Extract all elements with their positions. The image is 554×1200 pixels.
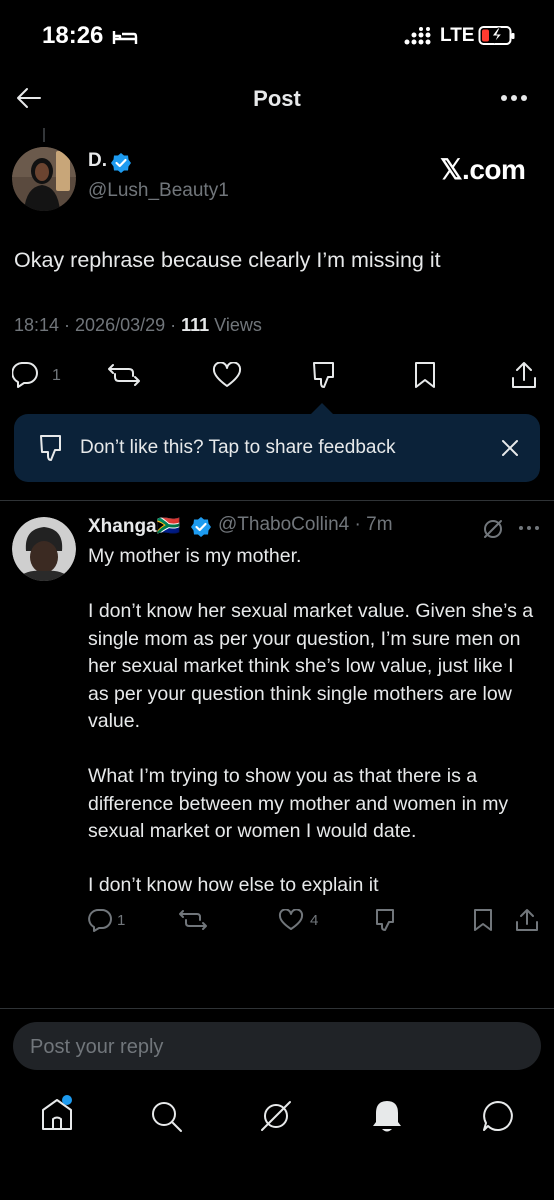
- verified-icon: [191, 517, 211, 537]
- author-name[interactable]: D.: [88, 150, 107, 172]
- thread-line: [43, 128, 45, 142]
- reply-author-name[interactable]: Xhanga🇿🇦: [88, 514, 180, 538]
- reply-time: 7m: [366, 514, 393, 535]
- dislike-icon[interactable]: [374, 907, 400, 933]
- signal-icon: [404, 27, 431, 45]
- reply-avatar[interactable]: [12, 517, 76, 581]
- reply-icon[interactable]: [88, 908, 112, 932]
- reply-paragraph: What I’m trying to show you as that ther…: [88, 765, 509, 842]
- verified-icon: [111, 153, 131, 173]
- divider: [0, 500, 554, 501]
- reply-paragraph: My mother is my mother.: [88, 545, 302, 567]
- grok-icon[interactable]: [258, 1098, 294, 1134]
- post-reply-count: 1: [52, 367, 61, 384]
- divider: [0, 1008, 554, 1009]
- battery-icon: [478, 26, 515, 45]
- grok-icon[interactable]: [481, 517, 505, 541]
- reply-like-count: 4: [310, 912, 319, 929]
- bookmark-icon[interactable]: [472, 907, 494, 933]
- network-type: LTE: [440, 25, 475, 46]
- dislike-icon: [40, 435, 61, 461]
- reply-icon[interactable]: [12, 362, 40, 388]
- author-handle[interactable]: @Lush_Beauty1: [88, 180, 229, 202]
- views-count: 111: [181, 315, 210, 335]
- more-icon[interactable]: [500, 92, 530, 104]
- more-icon[interactable]: [518, 524, 540, 532]
- dislike-icon[interactable]: [310, 360, 340, 390]
- reply-handle-text: @ThaboCollin4: [218, 514, 350, 535]
- reply-input-placeholder[interactable]: Post your reply: [30, 1036, 163, 1059]
- post-timestamp: 18:14 · 2026/03/29 ·: [14, 315, 182, 335]
- feedback-text[interactable]: Don’t like this? Tap to share feedback: [80, 437, 395, 459]
- author-avatar[interactable]: [12, 147, 76, 211]
- like-icon[interactable]: [278, 909, 304, 931]
- reply-reply-count: 1: [117, 912, 126, 929]
- page-title: Post: [253, 86, 301, 111]
- post-text: Okay rephrase because clearly I’m missin…: [14, 248, 441, 272]
- repost-icon[interactable]: [108, 362, 142, 388]
- post-meta: 18:14 · 2026/03/29 · 111 Views: [14, 315, 262, 336]
- status-time: 18:26: [42, 22, 104, 49]
- search-icon[interactable]: [150, 1100, 184, 1134]
- x-watermark: 𝕏.com: [440, 154, 526, 185]
- views-label: Views: [209, 315, 262, 335]
- notifications-icon[interactable]: [370, 1098, 404, 1134]
- reply-paragraph: I don’t know her sexual market value. Gi…: [88, 600, 534, 732]
- bookmark-icon[interactable]: [412, 360, 438, 390]
- repost-icon[interactable]: [178, 908, 208, 932]
- reply-author-handle[interactable]: @ThaboCollin4 · 7m: [218, 514, 393, 536]
- reply-paragraph: I don’t know how else to explain it: [88, 874, 379, 896]
- close-icon[interactable]: [500, 438, 520, 458]
- home-icon[interactable]: [38, 1094, 76, 1134]
- share-icon[interactable]: [510, 360, 538, 390]
- like-icon[interactable]: [212, 362, 242, 388]
- messages-icon[interactable]: [480, 1098, 516, 1134]
- share-icon[interactable]: [514, 907, 540, 933]
- bed-icon: [112, 31, 138, 44]
